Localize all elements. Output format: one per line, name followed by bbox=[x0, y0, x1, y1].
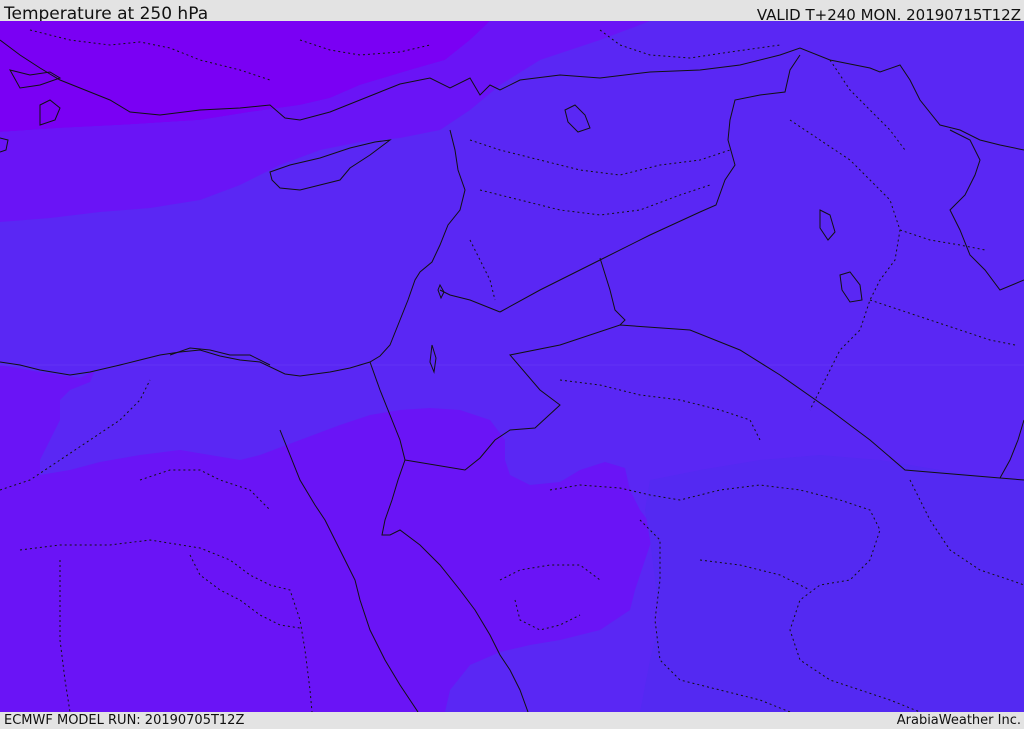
credit-label: ArabiaWeather Inc. bbox=[896, 713, 1021, 728]
temperature-map[interactable] bbox=[0, 21, 1024, 712]
model-run-label: ECMWF MODEL RUN: 20190705T12Z bbox=[4, 713, 245, 728]
temperature-band-warm-east bbox=[640, 455, 1024, 712]
